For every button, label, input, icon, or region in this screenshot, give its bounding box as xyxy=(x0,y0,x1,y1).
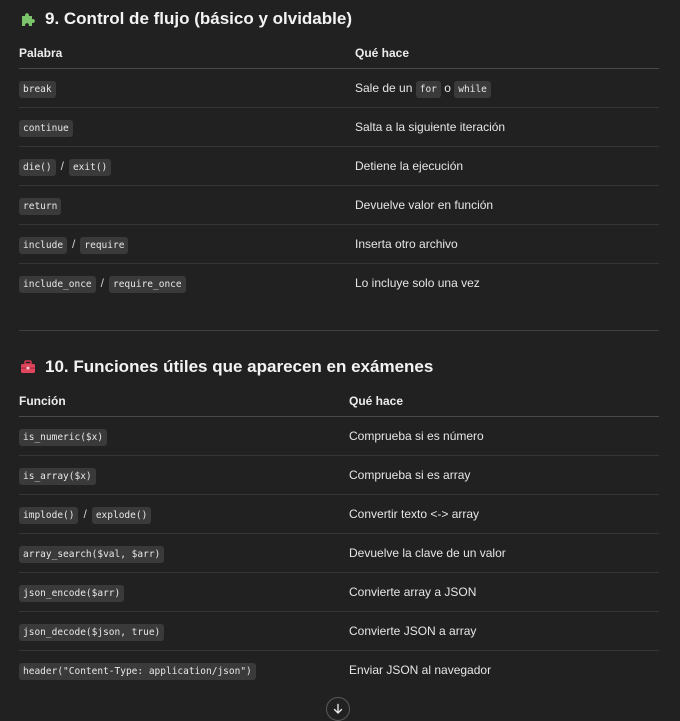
separator: / xyxy=(100,276,104,290)
separator: / xyxy=(60,159,64,173)
column-header: Qué hace xyxy=(349,386,659,417)
table-row: include_once / require_once Lo incluye sol… xyxy=(19,264,659,303)
column-header: Qué hace xyxy=(355,38,659,69)
section-control-flujo: 9. Control de flujo (básico y olvidable)… xyxy=(19,8,659,302)
code-function: header("Content-Type: application/json") xyxy=(19,663,256,680)
code-keyword: continue xyxy=(19,120,73,137)
table-row: is_numeric($x) Comprueba si es número xyxy=(19,416,659,456)
code-keyword: while xyxy=(454,81,491,98)
description-cell: Comprueba si es número xyxy=(349,416,659,456)
section-funciones-utiles: 10. Funciones útiles que aparecen en exá… xyxy=(19,356,659,689)
code-keyword: require xyxy=(80,237,129,254)
table-row: continue Salta a la siguiente iteración xyxy=(19,107,659,147)
description-text: o xyxy=(444,81,451,95)
table-row: json_decode($json, true) Convierte JSON … xyxy=(19,611,659,651)
funciones-table: Función Qué hace is_numeric($x) Comprueb… xyxy=(19,386,659,689)
section-title: 9. Control de flujo (básico y olvidable) xyxy=(45,9,352,28)
arrow-down-icon xyxy=(333,703,343,714)
section-divider xyxy=(19,330,659,331)
description-cell: Detiene la ejecución xyxy=(355,146,659,186)
section-title: 10. Funciones útiles que aparecen en exá… xyxy=(45,357,434,376)
description-cell: Convierte JSON a array xyxy=(349,611,659,651)
description-cell: Convierte array a JSON xyxy=(349,572,659,612)
code-function: json_decode($json, true) xyxy=(19,624,165,641)
code-function: explode() xyxy=(91,507,152,524)
puzzle-piece-icon xyxy=(22,13,35,26)
code-keyword: die() xyxy=(19,159,56,176)
code-function: is_numeric($x) xyxy=(19,429,108,446)
code-keyword: return xyxy=(19,198,62,215)
code-keyword: include xyxy=(19,237,68,254)
description-cell: Sale de un for o while xyxy=(355,68,659,108)
table-row: include / require Inserta otro archivo xyxy=(19,224,659,264)
toolbox-icon xyxy=(21,360,35,373)
code-keyword: for xyxy=(415,81,441,98)
separator: / xyxy=(83,507,87,521)
scroll-to-bottom-button[interactable] xyxy=(326,697,350,721)
table-row: return Devuelve valor en función xyxy=(19,185,659,225)
section-heading: 10. Funciones útiles que aparecen en exá… xyxy=(19,356,659,378)
control-flujo-table: Palabra Qué hace break Sale de un for o … xyxy=(19,38,659,302)
table-row: header("Content-Type: application/json")… xyxy=(19,651,659,690)
separator: / xyxy=(72,237,76,251)
description-cell: Comprueba si es array xyxy=(349,455,659,495)
table-row: array_search($val, $arr) Devuelve la cla… xyxy=(19,533,659,573)
description-cell: Inserta otro archivo xyxy=(355,224,659,264)
table-row: break Sale de un for o while xyxy=(19,68,659,108)
description-cell: Devuelve la clave de un valor xyxy=(349,533,659,573)
table-row: die() / exit() Detiene la ejecución xyxy=(19,146,659,186)
code-function: json_encode($arr) xyxy=(19,585,125,602)
description-cell: Enviar JSON al navegador xyxy=(349,663,492,677)
code-function: implode() xyxy=(19,507,79,524)
section-heading: 9. Control de flujo (básico y olvidable) xyxy=(19,8,659,30)
code-function: is_array($x) xyxy=(19,468,96,485)
description-text: Sale de un xyxy=(355,81,413,95)
description-cell: Convertir texto <-> array xyxy=(349,494,659,534)
code-keyword: exit() xyxy=(68,159,112,176)
table-row: is_array($x) Comprueba si es array xyxy=(19,455,659,495)
code-function: array_search($val, $arr) xyxy=(19,546,165,563)
description-cell: Lo incluye solo una vez xyxy=(355,276,480,290)
description-cell: Salta a la siguiente iteración xyxy=(355,107,659,147)
code-keyword: break xyxy=(19,81,56,98)
table-row: implode() / explode() Convertir texto <-> … xyxy=(19,494,659,534)
table-row: json_encode($arr) Convierte array a JSON xyxy=(19,572,659,612)
code-keyword: require_once xyxy=(108,276,186,293)
description-cell: Devuelve valor en función xyxy=(355,185,659,225)
column-header: Palabra xyxy=(19,38,355,69)
code-keyword: include_once xyxy=(19,276,96,293)
column-header: Función xyxy=(19,386,349,417)
